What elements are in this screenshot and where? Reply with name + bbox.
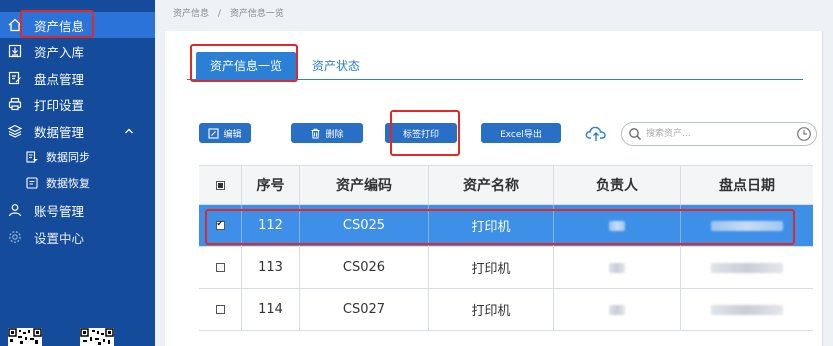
cell-name: 打印机 [429, 289, 554, 330]
qr-code-icon [8, 328, 42, 346]
sidebar-item-label: 设置中心 [34, 230, 85, 246]
user-icon [8, 203, 22, 217]
table-row[interactable]: 112 CS025 打印机 [199, 205, 813, 247]
column-header[interactable]: 序号 [242, 166, 300, 204]
cell-code: CS027 [300, 289, 429, 330]
cell-no: 112 [242, 205, 300, 246]
redacted-text [711, 220, 783, 231]
label-print-button-label: 标签打印 [402, 129, 439, 140]
row-select-cell[interactable] [199, 205, 242, 246]
search-input[interactable] [646, 126, 786, 142]
excel-export-button[interactable]: Excel导出 [481, 123, 561, 143]
restore-icon [26, 177, 38, 189]
cell-owner-redacted [554, 205, 681, 246]
delete-button-label: 删除 [325, 129, 344, 140]
sidebar-item-label: 盘点管理 [34, 71, 85, 87]
cell-no: 114 [242, 289, 300, 330]
row-checkbox[interactable] [215, 263, 225, 272]
qr-code-icon [80, 328, 114, 346]
content-panel: 资产信息一览 资产状态 编辑 删除 标签打印 Excel导出 序号 [165, 31, 823, 346]
table-row[interactable]: 114 CS027 打印机 [199, 289, 813, 331]
excel-export-button-label: Excel导出 [500, 129, 542, 140]
row-select-cell[interactable] [199, 289, 242, 330]
cell-owner-redacted [554, 247, 681, 288]
breadcrumb-separator: / [217, 9, 221, 19]
sidebar-item-label: 打印设置 [34, 97, 85, 113]
layers-icon [8, 124, 22, 138]
sidebar-item-label: 账号管理 [34, 203, 85, 219]
sidebar-item-asset-inbound[interactable]: 资产入库 [0, 38, 155, 64]
cell-code: CS026 [300, 247, 429, 288]
redacted-text [609, 220, 625, 231]
breadcrumb-item: 资产信息一览 [229, 9, 284, 19]
delete-button[interactable]: 删除 [291, 123, 363, 143]
sidebar-item-label: 资产信息 [34, 18, 85, 34]
clock-icon[interactable] [796, 126, 812, 142]
label-print-button[interactable]: 标签打印 [385, 123, 457, 143]
edit-button-label: 编辑 [223, 129, 242, 140]
sidebar-item-label: 数据恢复 [46, 177, 90, 190]
breadcrumb: 资产信息 / 资产信息一览 [173, 6, 290, 19]
cell-no: 113 [242, 247, 300, 288]
printer-icon [8, 97, 22, 111]
sidebar-item-label: 数据同步 [46, 151, 90, 164]
tab-underline [187, 79, 803, 80]
tab-asset-status[interactable]: 资产状态 [306, 52, 366, 80]
cell-name: 打印机 [429, 247, 554, 288]
search-icon [629, 128, 642, 141]
download-icon [8, 44, 22, 58]
cell-name: 打印机 [429, 205, 554, 246]
select-all-cell[interactable] [199, 166, 242, 204]
row-select-cell[interactable] [199, 247, 242, 288]
sidebar-item-label: 数据管理 [34, 124, 85, 140]
redacted-text [711, 262, 783, 273]
sync-icon [26, 151, 38, 163]
column-header[interactable]: 负责人 [554, 166, 681, 204]
edit-icon [8, 71, 22, 85]
sidebar-item-asset-info[interactable]: 资产信息 [0, 12, 155, 38]
table-header-row: 序号 资产编码 资产名称 负责人 盘点日期 [199, 165, 813, 205]
cell-date-redacted [681, 289, 813, 330]
select-all-checkbox[interactable] [215, 180, 225, 190]
column-header[interactable]: 资产名称 [429, 166, 554, 204]
sidebar-item-data-management[interactable]: 数据管理 [0, 118, 155, 144]
cloud-upload-icon[interactable] [585, 123, 607, 143]
redacted-text [609, 262, 625, 273]
sidebar-item-inventory[interactable]: 盘点管理 [0, 65, 155, 91]
cell-code: CS025 [300, 205, 429, 246]
edit-button[interactable]: 编辑 [199, 123, 251, 143]
breadcrumb-item[interactable]: 资产信息 [173, 9, 209, 19]
sidebar: 资产信息 资产入库 盘点管理 打印设置 数据管理 数据同步 数据恢复 账号管理 … [0, 0, 155, 346]
edit-icon [208, 127, 220, 139]
home-icon [8, 18, 22, 32]
column-header[interactable]: 盘点日期 [681, 166, 813, 204]
gear-icon [8, 230, 22, 244]
redacted-text [609, 304, 625, 315]
tab-asset-list[interactable]: 资产信息一览 [196, 52, 296, 80]
sidebar-item-settings[interactable]: 设置中心 [0, 224, 155, 250]
sidebar-item-print-settings[interactable]: 打印设置 [0, 91, 155, 117]
cell-date-redacted [681, 205, 813, 246]
sidebar-item-data-restore[interactable]: 数据恢复 [0, 170, 155, 196]
sidebar-item-account[interactable]: 账号管理 [0, 197, 155, 223]
main-area: 资产信息 / 资产信息一览 资产信息一览 资产状态 编辑 删除 标签打印 Exc… [155, 0, 833, 346]
column-header[interactable]: 资产编码 [300, 166, 429, 204]
cell-owner-redacted [554, 289, 681, 330]
cell-date-redacted [681, 247, 813, 288]
sidebar-item-label: 资产入库 [34, 44, 85, 60]
search-box[interactable] [621, 122, 817, 146]
redacted-text [711, 304, 783, 315]
table-row[interactable]: 113 CS026 打印机 [199, 247, 813, 289]
trash-icon [311, 128, 320, 138]
sidebar-item-data-sync[interactable]: 数据同步 [0, 144, 155, 170]
chevron-up-icon[interactable] [124, 126, 134, 136]
row-checkbox[interactable] [215, 305, 225, 314]
row-checkbox[interactable] [215, 219, 225, 230]
